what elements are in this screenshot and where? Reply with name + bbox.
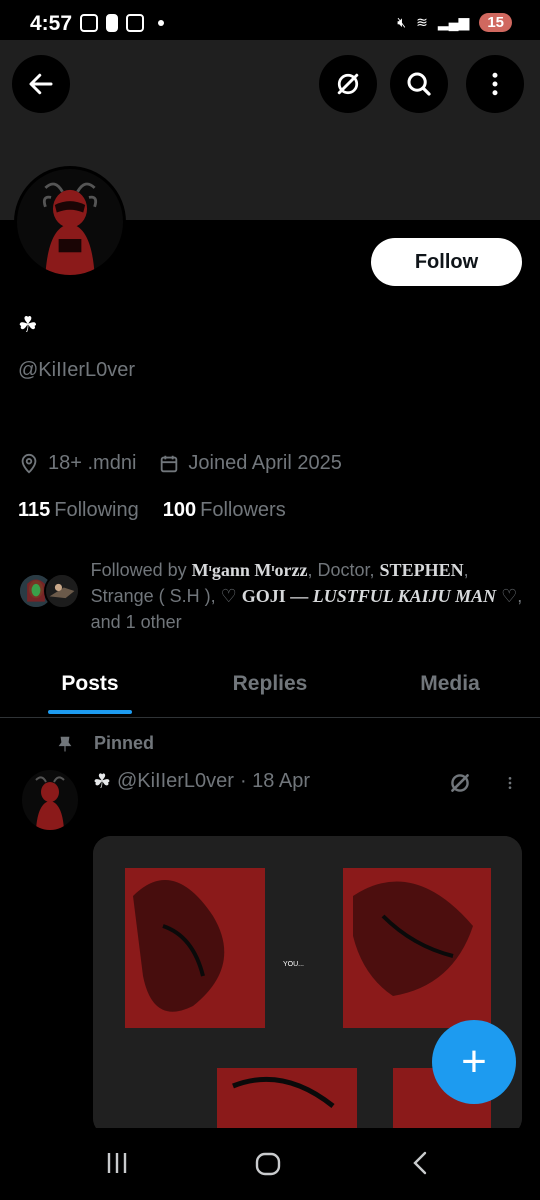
notification-dot-icon bbox=[158, 20, 164, 26]
following-link[interactable]: 115 Following bbox=[18, 499, 139, 522]
arrow-left-icon bbox=[29, 73, 53, 95]
android-nav-bar bbox=[0, 1128, 540, 1200]
following-count: 115 bbox=[18, 499, 51, 521]
signal-icon: ▂▄▆ bbox=[437, 14, 470, 30]
status-icons-right: 🔇︎ ≋ ▂▄▆ 15 bbox=[397, 13, 512, 32]
search-icon bbox=[407, 72, 431, 96]
grok-icon bbox=[451, 774, 469, 792]
home-button[interactable] bbox=[254, 1150, 282, 1183]
alert-icon bbox=[106, 14, 118, 32]
post-author-avatar[interactable] bbox=[22, 770, 78, 830]
location-text: 18+ .mdni bbox=[48, 452, 137, 474]
back-button[interactable] bbox=[12, 55, 70, 113]
pinned-label: Pinned bbox=[94, 733, 155, 753]
window-icon bbox=[126, 14, 144, 32]
image-caption: YOU... bbox=[283, 961, 304, 968]
tab-replies[interactable]: Replies bbox=[180, 660, 360, 717]
following-label: Following bbox=[54, 499, 139, 521]
nav-back-icon bbox=[413, 1151, 427, 1175]
search-button[interactable] bbox=[390, 55, 448, 113]
display-name: ☘ bbox=[18, 312, 38, 337]
status-time: 4:57 bbox=[30, 12, 73, 35]
followers-count: 100 bbox=[162, 499, 197, 521]
pinned-indicator: Pinned bbox=[56, 733, 154, 754]
location-item: 18+ .mdni bbox=[18, 452, 136, 475]
grok-button[interactable] bbox=[319, 55, 377, 113]
wifi-icon: ≋ bbox=[416, 14, 428, 30]
pin-icon bbox=[58, 736, 72, 751]
nav-back-button[interactable] bbox=[408, 1150, 434, 1181]
more-vertical-icon bbox=[508, 777, 512, 789]
joined-item: Joined April 2025 bbox=[158, 452, 342, 475]
tab-media[interactable]: Media bbox=[360, 660, 540, 717]
followed-by-text: Followed by Mᶦgann Mᶦorzz, Doctor, STEPH… bbox=[90, 560, 523, 632]
location-pin-icon bbox=[21, 453, 37, 474]
more-vertical-icon bbox=[492, 72, 498, 96]
post-date[interactable]: · 18 Apr bbox=[240, 770, 310, 793]
home-icon bbox=[255, 1152, 281, 1176]
post-author-handle[interactable]: @KiIIerL0ver bbox=[117, 770, 234, 793]
mute-icon: 🔇︎ bbox=[397, 14, 407, 30]
battery-indicator: 15 bbox=[479, 13, 512, 32]
post-header: ☘ @KiIIerL0ver · 18 Apr bbox=[93, 769, 310, 794]
status-icons-left bbox=[80, 14, 164, 32]
more-options-button[interactable] bbox=[466, 55, 524, 113]
follow-button[interactable]: Follow bbox=[371, 238, 522, 286]
follower-avatar bbox=[44, 573, 80, 609]
grok-icon bbox=[337, 73, 359, 95]
screenshot-icon bbox=[80, 14, 98, 32]
compose-post-button[interactable]: + bbox=[432, 1020, 516, 1104]
recent-apps-icon bbox=[107, 1153, 127, 1173]
calendar-icon bbox=[161, 455, 178, 472]
followers-link[interactable]: 100 Followers bbox=[163, 499, 286, 522]
followed-by-avatars bbox=[18, 573, 86, 613]
follow-counts: 115 Following 100 Followers bbox=[18, 499, 286, 522]
tab-posts[interactable]: Posts bbox=[0, 660, 180, 717]
avatar-image bbox=[17, 169, 123, 275]
followers-label: Followers bbox=[200, 499, 286, 521]
profile-handle: @KiIIerL0ver bbox=[18, 359, 136, 381]
profile-tabs: Posts Replies Media bbox=[0, 660, 540, 718]
profile-meta: 18+ .mdni Joined April 2025 bbox=[18, 452, 364, 475]
post-author-name[interactable]: ☘ bbox=[93, 769, 111, 794]
post-grok-button[interactable] bbox=[447, 770, 473, 801]
post-more-button[interactable] bbox=[502, 770, 518, 802]
followed-by-section[interactable]: Followed by Mᶦgann Mᶦorzz, Doctor, STEPH… bbox=[18, 557, 528, 635]
recent-apps-button[interactable] bbox=[104, 1150, 130, 1181]
joined-text: Joined April 2025 bbox=[188, 452, 342, 474]
profile-avatar[interactable] bbox=[14, 166, 126, 278]
